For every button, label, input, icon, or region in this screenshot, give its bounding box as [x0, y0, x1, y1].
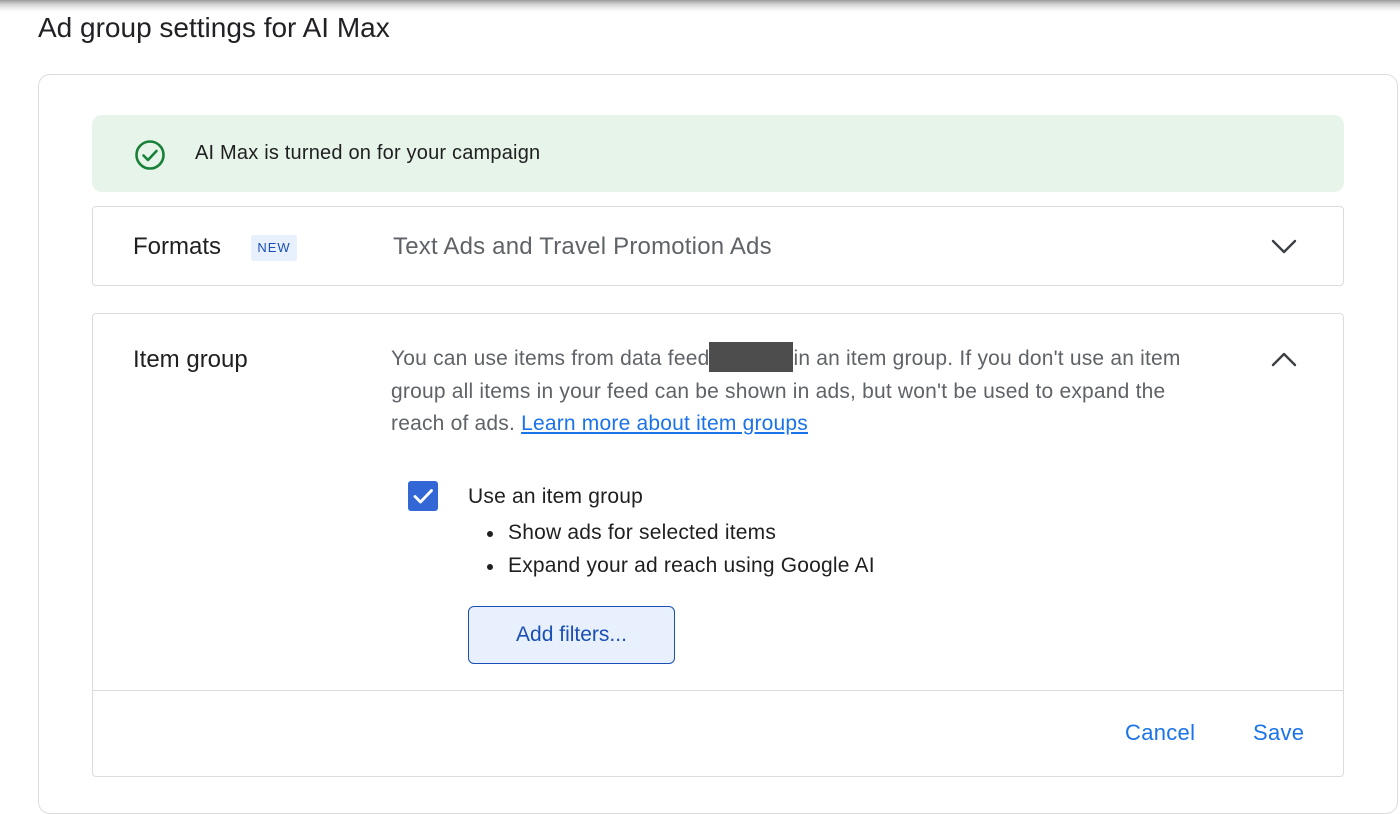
new-badge: NEW [251, 235, 297, 261]
learn-more-link[interactable]: Learn more about item groups [521, 412, 808, 435]
redacted-feed-name [709, 342, 794, 372]
formats-label: Formats [133, 233, 222, 260]
checkbox-label: Use an item group [468, 485, 643, 508]
item-group-section: Item group You can use items from data f… [92, 313, 1344, 777]
divider [93, 690, 1343, 691]
use-item-group-checkbox[interactable] [408, 481, 438, 511]
benefits-list: Show ads for selected items Expand your … [486, 516, 875, 582]
status-banner: AI Max is turned on for your campaign [92, 115, 1344, 192]
list-item: Expand your ad reach using Google AI [486, 549, 875, 582]
page-title: Ad group settings for AI Max [38, 12, 390, 43]
item-group-description: You can use items from data feed in an it… [391, 342, 1221, 441]
check-circle-icon [135, 140, 165, 170]
add-filters-button[interactable]: Add filters... [468, 606, 675, 664]
banner-text: AI Max is turned on for your campaign [195, 142, 541, 164]
cancel-button[interactable]: Cancel [1125, 720, 1195, 746]
chevron-down-icon[interactable] [1269, 231, 1299, 261]
checkmark-icon [413, 489, 433, 504]
formats-section[interactable]: Formats NEW Text Ads and Travel Promotio… [92, 206, 1344, 286]
description-part1: You can use items from data feed [391, 347, 710, 370]
item-group-label: Item group [133, 346, 248, 373]
top-shadow [0, 0, 1400, 12]
list-item: Show ads for selected items [486, 516, 875, 549]
formats-value: Text Ads and Travel Promotion Ads [393, 233, 772, 260]
save-button[interactable]: Save [1253, 720, 1304, 746]
chevron-up-icon[interactable] [1269, 345, 1299, 375]
